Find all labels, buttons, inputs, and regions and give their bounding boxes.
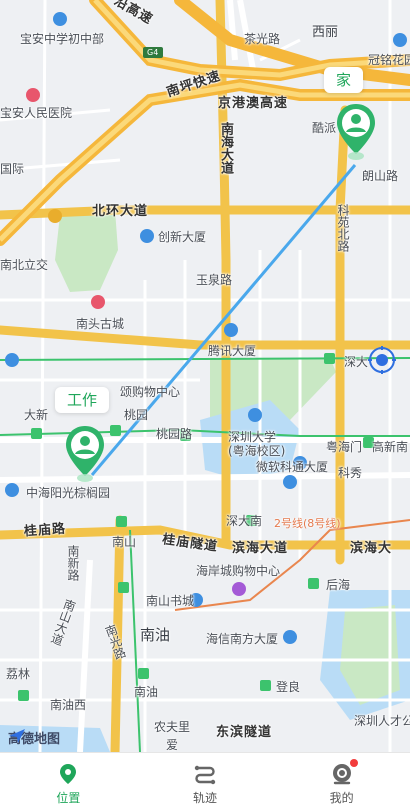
map-label: 东滨隧道 [216, 725, 273, 740]
tab-label: 我的 [329, 791, 354, 805]
map-label: 海信南方大厦 [206, 632, 279, 646]
map-label: 南头古城 [76, 317, 125, 331]
map-label: 创新大厦 [158, 230, 207, 244]
route-icon [194, 765, 216, 785]
map-label: 冠铭花园 [368, 53, 410, 67]
map-label: 桃园 [124, 408, 149, 422]
tab-label: 轨迹 [193, 791, 218, 805]
location-pin-icon [60, 764, 77, 784]
highway-shield: G4 [147, 48, 159, 57]
map-label: 京港澳高速 [218, 96, 289, 111]
work-label[interactable]: 工作 [55, 387, 110, 413]
home-label[interactable]: 家 [324, 67, 364, 93]
map-label: 南北立交 [0, 258, 49, 272]
map-label: 滨海大道 [232, 541, 289, 556]
map-label: 南海大道 [218, 122, 233, 174]
tab-profile[interactable]: 我的 [273, 753, 410, 812]
current-location-icon[interactable] [368, 346, 396, 374]
map-label: 颂购物中心 [120, 385, 181, 399]
tab-track[interactable]: 轨迹 [137, 753, 274, 812]
profile-icon [332, 764, 351, 785]
map-label: 爱 [166, 738, 179, 752]
map-label: 深圳大学(粤海校区) [228, 430, 286, 458]
map-label: 登良 [276, 680, 301, 694]
map-label: 宝安人民医院 [0, 106, 73, 120]
tab-location[interactable]: 位置 [0, 753, 137, 812]
map-view[interactable]: 宝安中学初中部 宝安人民医院 国际 北环大道 南坪快速 京港澳高速 茶光路 西丽… [0, 0, 410, 752]
map-label: 南新路 [66, 545, 80, 581]
map-label: 科秀 [338, 466, 363, 480]
map-label: 西丽 [312, 25, 339, 40]
map-provider-logo: 高德地图 [8, 728, 60, 747]
map-label: 滨海大 [350, 541, 393, 556]
map-label: 桂庙路 [23, 521, 67, 540]
map-label: 深大 [344, 355, 369, 369]
navigation-arrow-icon [9, 729, 25, 743]
map-label: 朗山路 [362, 169, 399, 183]
tab-label: 位置 [56, 791, 81, 805]
map-label: 南山 [112, 535, 137, 549]
map-label: 茶光路 [244, 32, 281, 46]
map-label: 深大南 [226, 514, 263, 528]
map-label: 2号线(8号线) [274, 517, 341, 530]
map-label: 中海阳光棕榈园 [26, 486, 111, 500]
map-label: 高新南 [372, 440, 409, 454]
map-label: 宝安中学初中部 [20, 32, 105, 46]
map-label: 科苑北路 [336, 204, 350, 252]
map-label: 农夫里 [154, 720, 191, 734]
map-label: 微软科通大厦 [256, 460, 329, 474]
map-label: 荔林 [6, 667, 31, 681]
map-label: 国际 [0, 162, 25, 176]
map-label: 粤海门 [326, 440, 363, 454]
map-label: 玉泉路 [196, 273, 233, 287]
map-label: 腾讯大厦 [208, 344, 257, 358]
map-label: 大新 [24, 408, 49, 422]
map-label: 南油 [140, 626, 171, 644]
map-label: 酷派 [312, 121, 337, 135]
map-label: 后海 [326, 578, 351, 592]
map-label: 北环大道 [92, 204, 149, 219]
map-label: 桃园路 [156, 427, 193, 441]
map-label: 海岸城购物中心 [196, 564, 281, 578]
map-label: 南油西 [50, 698, 87, 712]
map-label: 深圳人才公 [354, 714, 410, 728]
bottom-tab-bar: 位置 轨迹 我的 [0, 752, 410, 812]
map-label: 南油 [134, 685, 159, 699]
map-label: 南山书城 [146, 594, 195, 608]
notification-badge [350, 759, 359, 767]
